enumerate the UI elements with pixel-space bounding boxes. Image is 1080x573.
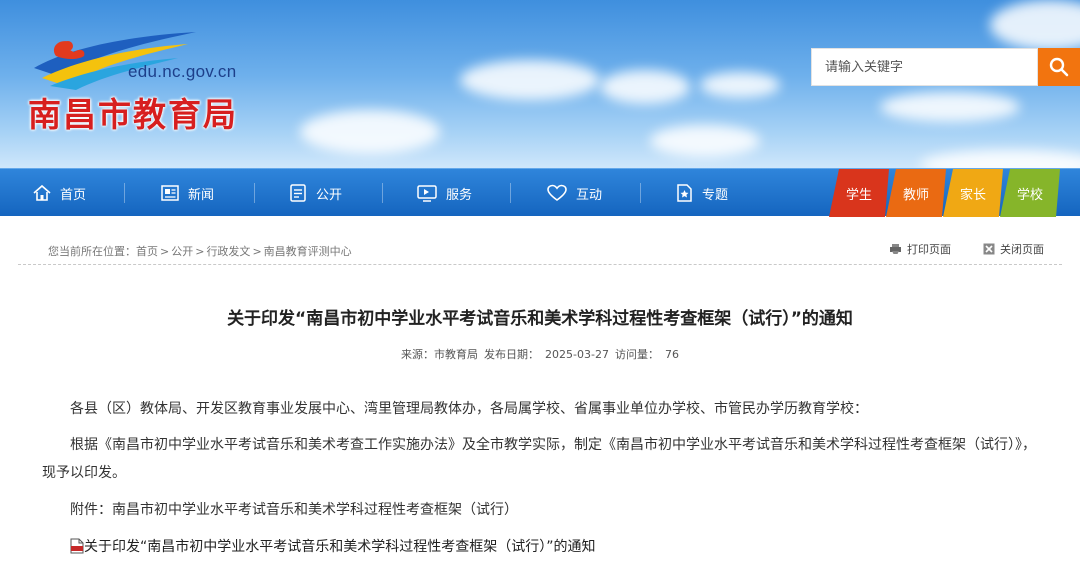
role-tab-label: 学生 <box>845 187 872 203</box>
attachment-link[interactable]: 关于印发“南昌市初中学业水平考试音乐和美术学科过程性考查框架（试行）”的通知 <box>70 536 596 556</box>
breadcrumb-separator: > <box>195 244 205 258</box>
article-views: 76 <box>664 348 679 361</box>
site-domain: edu.nc.gov.cn <box>128 62 237 81</box>
cloud-decoration <box>460 60 600 100</box>
close-icon <box>983 243 995 255</box>
monitor-icon <box>417 185 437 202</box>
nav-label: 专题 <box>702 187 729 203</box>
nav-label: 公开 <box>316 187 343 203</box>
cloud-decoration <box>990 0 1080 50</box>
breadcrumb: 您当前所在位置： 首页 > 公开 > 行政发文 > 南昌教育评测中心 <box>48 243 352 259</box>
article-date: 2025-03-27 <box>545 348 609 361</box>
close-page-label: 关闭页面 <box>1000 243 1044 256</box>
nav-topics[interactable]: 专题 <box>674 169 728 217</box>
cloud-decoration <box>600 70 690 104</box>
print-page-label: 打印页面 <box>907 243 951 256</box>
nav-public[interactable]: 公开 <box>288 169 342 217</box>
attachment-title: 关于印发“南昌市初中学业水平考试音乐和美术学科过程性考查框架（试行）”的通知 <box>84 539 596 555</box>
breadcrumb-eval-center[interactable]: 南昌教育评测中心 <box>264 243 352 259</box>
nav-divider <box>124 183 125 203</box>
cloud-decoration <box>920 150 1080 168</box>
nav-divider <box>254 183 255 203</box>
torch-logo-icon <box>34 32 196 90</box>
nav-divider <box>510 183 511 203</box>
nav-divider <box>382 183 383 203</box>
role-tab-student[interactable]: 学生 <box>829 169 889 217</box>
cloud-decoration <box>700 72 780 98</box>
cloud-decoration <box>300 110 440 154</box>
breadcrumb-bar: 您当前所在位置： 首页 > 公开 > 行政发文 > 南昌教育评测中心 打印页面 … <box>18 237 1062 265</box>
article-date-label: 发布日期： <box>484 348 540 361</box>
main-nav: 首页 新闻 公开 服务 互动 专题 学生 教师 家长 学校 <box>0 168 1080 216</box>
cloud-decoration <box>650 125 760 157</box>
article-meta: 来源：市教育局 发布日期： 2025-03-27 访问量： 76 <box>0 346 1080 362</box>
breadcrumb-prefix: 您当前所在位置： <box>48 245 136 258</box>
role-tab-parent[interactable]: 家长 <box>943 169 1003 217</box>
nav-label: 互动 <box>576 187 603 203</box>
paragraph-text: 附件：南昌市初中学业水平考试音乐和美术学科过程性考查框架（试行） <box>70 502 518 518</box>
newspaper-icon <box>161 185 179 201</box>
breadcrumb-public[interactable]: 公开 <box>171 243 193 259</box>
search-icon <box>1049 57 1069 77</box>
search-input[interactable] <box>825 59 1037 75</box>
home-icon <box>33 184 51 201</box>
article-title: 关于印发“南昌市初中学业水平考试音乐和美术学科过程性考查框架（试行）”的通知 <box>227 309 853 329</box>
role-tab-teacher[interactable]: 教师 <box>886 169 946 217</box>
search-box <box>811 48 1038 86</box>
nav-label: 服务 <box>446 187 473 203</box>
role-tab-school[interactable]: 学校 <box>1000 169 1060 217</box>
paragraph-text: 各县（区）教体局、开发区教育事业发展中心、湾里管理局教体办，各局属学校、省属事业… <box>70 401 868 417</box>
close-page-button[interactable]: 关闭页面 <box>983 241 1044 257</box>
page-tools: 打印页面 关闭页面 <box>857 241 1044 257</box>
nav-divider <box>640 183 641 203</box>
nav-news[interactable]: 新闻 <box>160 169 214 217</box>
nav-label: 新闻 <box>188 187 215 203</box>
role-tab-label: 教师 <box>902 187 929 203</box>
document-list-icon <box>290 184 306 202</box>
breadcrumb-separator: > <box>160 244 170 258</box>
article-paragraph: 根据《南昌市初中学业水平考试音乐和美术考查工作实施办法》及全市教学实际，制定《南… <box>42 431 1037 487</box>
site-logo[interactable]: edu.nc.gov.cn 南昌市教育局 <box>28 26 288 136</box>
breadcrumb-separator: > <box>252 244 262 258</box>
article-paragraph: 各县（区）教体局、开发区教育事业发展中心、湾里管理局教体办，各局属学校、省属事业… <box>42 395 1037 423</box>
site-title: 南昌市教育局 <box>28 95 238 134</box>
breadcrumb-home[interactable]: 首页 <box>136 243 158 259</box>
print-icon <box>890 244 901 254</box>
article-paragraph: 附件：南昌市初中学业水平考试音乐和美术学科过程性考查框架（试行） <box>42 496 1037 524</box>
article-source: 来源：市教育局 <box>401 348 479 361</box>
role-tab-label: 家长 <box>959 187 986 203</box>
nav-label: 首页 <box>60 187 87 203</box>
role-tab-label: 学校 <box>1016 187 1043 203</box>
pdf-file-icon <box>70 538 84 554</box>
header-banner: edu.nc.gov.cn 南昌市教育局 <box>0 0 1080 168</box>
cloud-decoration <box>880 92 1020 122</box>
nav-home[interactable]: 首页 <box>32 169 86 217</box>
heart-icon <box>547 184 567 201</box>
paragraph-text: 根据《南昌市初中学业水平考试音乐和美术考查工作实施办法》及全市教学实际，制定《南… <box>42 437 1036 481</box>
nav-service[interactable]: 服务 <box>416 169 472 217</box>
nav-interact[interactable]: 互动 <box>546 169 602 217</box>
star-folder-icon <box>677 184 692 202</box>
article-views-label: 访问量： <box>614 348 659 361</box>
breadcrumb-admin-docs[interactable]: 行政发文 <box>206 243 250 259</box>
search-button[interactable] <box>1038 48 1080 86</box>
print-page-button[interactable]: 打印页面 <box>889 241 951 257</box>
